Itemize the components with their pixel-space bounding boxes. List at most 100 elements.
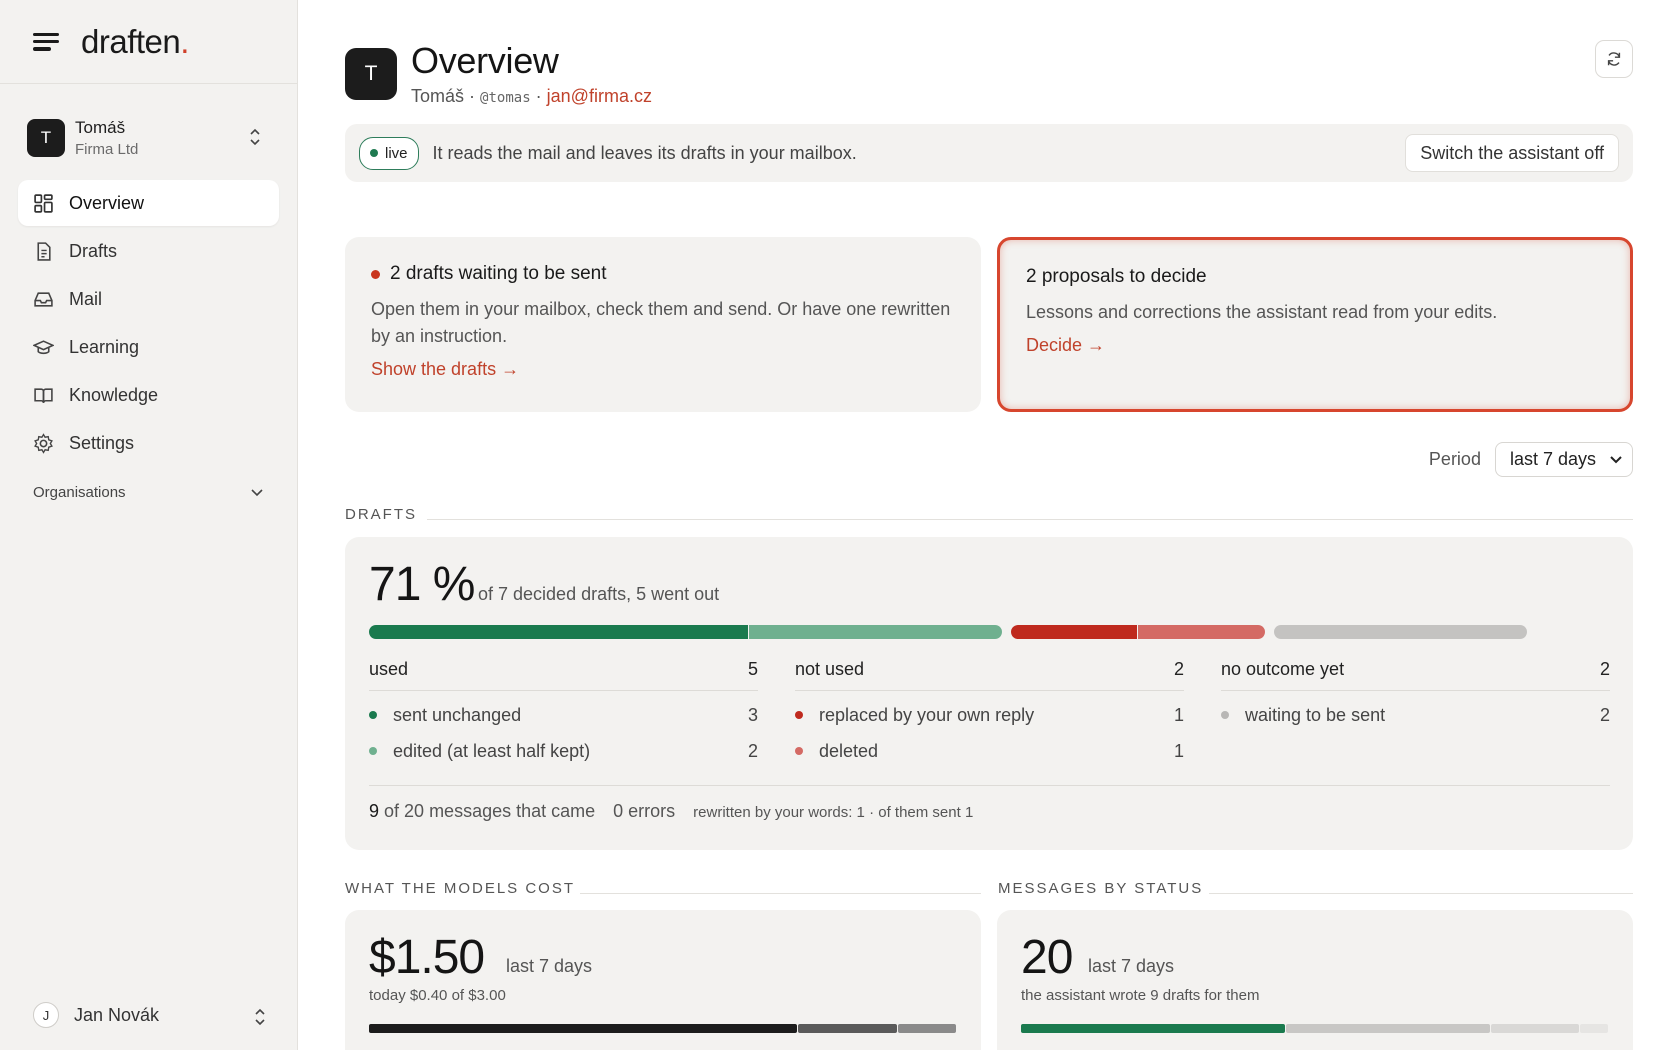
grid-icon	[34, 193, 53, 213]
period-label: Period	[1428, 449, 1481, 469]
section-label-drafts: DRAFTS	[345, 506, 417, 523]
sidebar-item-label: Learning	[69, 336, 140, 357]
bar-segment-waiting	[1273, 625, 1527, 639]
sidebar-item-learning[interactable]: Learning	[18, 324, 279, 370]
cost-amount: $1.50	[369, 931, 485, 984]
list-item: replaced by your own reply 1	[795, 703, 1184, 727]
used-percentage: 71 %	[369, 558, 475, 611]
bar-segment	[1285, 1024, 1491, 1033]
list-item: sent unchanged 3	[369, 703, 758, 727]
user-name: Jan Novák	[74, 1004, 160, 1025]
sidebar-item-label: Mail	[69, 288, 103, 309]
drafts-waiting-card: 2 drafts waiting to be sent Open them in…	[345, 237, 981, 412]
bar-segment-sent-unchanged	[369, 625, 748, 639]
sidebar-item-overview[interactable]: Overview	[18, 180, 279, 226]
chevron-updown-icon	[249, 128, 261, 146]
list-item: deleted 1	[795, 739, 1184, 763]
sidebar-item-knowledge[interactable]: Knowledge	[18, 372, 279, 418]
user-menu[interactable]: J Jan Novák	[33, 1002, 266, 1028]
sidebar-item-label: Overview	[69, 192, 145, 213]
section-label-status: MESSAGES BY STATUS	[998, 880, 1204, 897]
menu-icon[interactable]	[33, 31, 59, 53]
refresh-button[interactable]	[1595, 40, 1633, 78]
sidebar-item-drafts[interactable]: Drafts	[18, 228, 279, 274]
organisations-label: Organisations	[33, 484, 126, 501]
chevron-updown-icon	[254, 1008, 266, 1026]
divider	[369, 785, 1610, 786]
cost-bar	[369, 1024, 957, 1033]
refresh-icon	[1607, 52, 1621, 66]
book-icon	[34, 387, 53, 403]
rewritten-stats: rewritten by your words: 1 · of them sen…	[693, 804, 974, 821]
profile-name: Tomáš	[411, 86, 465, 106]
list-item: waiting to be sent 2	[1221, 703, 1610, 727]
organisations-toggle[interactable]: Organisations	[33, 484, 263, 501]
card-description: Open them in your mailbox, check them an…	[371, 299, 951, 346]
outcome-column-no-outcome: no outcome yet 2 waiting to be sent 2	[1221, 659, 1610, 727]
assistant-status-banner: live It reads the mail and leaves its dr…	[345, 124, 1633, 182]
sidebar-item-label: Knowledge	[69, 384, 159, 405]
period-filter: Period last 7 days	[1429, 442, 1633, 477]
profile-email[interactable]: jan@firma.cz	[547, 86, 652, 106]
profile-handle: @tomas	[480, 90, 531, 106]
bar-segment-deleted	[1138, 625, 1265, 639]
drafts-stats-card: 71 % of 7 decided drafts, 5 went out use…	[345, 537, 1633, 850]
bar-segment	[1579, 1024, 1608, 1033]
divider	[580, 893, 981, 894]
outcome-column-used: used 5 sent unchanged 3 edited (at least h…	[369, 659, 758, 763]
bar-segment-replaced	[1011, 625, 1137, 639]
divider	[427, 519, 1633, 520]
logo[interactable]: draften.	[81, 23, 189, 61]
drafts-outcome-bar	[369, 625, 1610, 639]
banner-text: It reads the mail and leaves its drafts …	[432, 142, 857, 163]
list-item: edited (at least half kept) 2	[369, 739, 758, 763]
status-bar	[1021, 1024, 1609, 1033]
gear-icon	[34, 432, 53, 454]
used-summary: of 7 decided drafts, 5 went out	[478, 584, 720, 604]
account-avatar: T	[27, 119, 65, 157]
divider	[1209, 893, 1633, 894]
switch-assistant-off-button[interactable]: Switch the assistant off	[1405, 134, 1619, 172]
chevron-down-icon	[251, 488, 263, 496]
page-title: Overview	[411, 40, 559, 81]
card-title: 2 proposals to decide	[1026, 266, 1207, 287]
card-title: 2 drafts waiting to be sent	[390, 263, 607, 284]
sidebar-item-label: Drafts	[69, 240, 118, 261]
bar-segment	[898, 1024, 956, 1033]
user-avatar: J	[33, 1002, 59, 1028]
document-icon	[37, 241, 51, 261]
sidebar-header: draften.	[0, 0, 297, 84]
chevron-down-icon	[1610, 455, 1622, 463]
inbox-icon	[34, 291, 53, 307]
drafts-footer-stats: 9 of 20 messages that came 0 errors rewr…	[369, 801, 974, 821]
status-badge: live	[359, 136, 419, 170]
profile-subtitle: Tomáš · @tomas · jan@firma.cz	[411, 86, 652, 106]
profile-avatar: T	[345, 48, 397, 100]
section-label-cost: WHAT THE MODELS COST	[345, 880, 576, 897]
bar-segment	[798, 1024, 898, 1033]
cost-today: today $0.40 of $3.00	[369, 987, 506, 1004]
sidebar-nav: Overview Drafts Mail Learning Knowledge …	[18, 180, 279, 468]
sidebar: draften. T Tomáš Firma Ltd Overview Draf…	[0, 0, 298, 1050]
show-drafts-link[interactable]: Show the drafts →	[371, 359, 519, 380]
bar-segment	[369, 1024, 798, 1033]
outcome-column-not-used: not used 2 replaced by your own reply 1 de…	[795, 659, 1184, 763]
account-switcher[interactable]: T Tomáš Firma Ltd	[27, 114, 273, 162]
decide-link[interactable]: Decide →	[1026, 335, 1105, 356]
bar-segment-edited	[749, 625, 1003, 639]
period-select[interactable]: last 7 days	[1494, 442, 1633, 477]
sidebar-item-label: Settings	[69, 432, 135, 453]
bar-segment	[1491, 1024, 1579, 1033]
sidebar-item-settings[interactable]: Settings	[18, 420, 279, 466]
sidebar-item-mail[interactable]: Mail	[18, 276, 279, 322]
card-description: Lessons and corrections the assistant re…	[1026, 302, 1498, 322]
alert-dot	[371, 269, 380, 279]
proposals-card: 2 proposals to decide Lessons and correc…	[997, 237, 1633, 412]
messages-count: 20	[1021, 931, 1073, 984]
cost-period: last 7 days	[506, 956, 593, 976]
status-note: the assistant wrote 9 drafts for them	[1021, 987, 1260, 1004]
status-period: last 7 days	[1088, 956, 1175, 976]
account-name: Tomáš	[75, 118, 126, 137]
graduation-cap-icon	[33, 339, 54, 354]
errors-count: 0 errors	[613, 801, 676, 821]
